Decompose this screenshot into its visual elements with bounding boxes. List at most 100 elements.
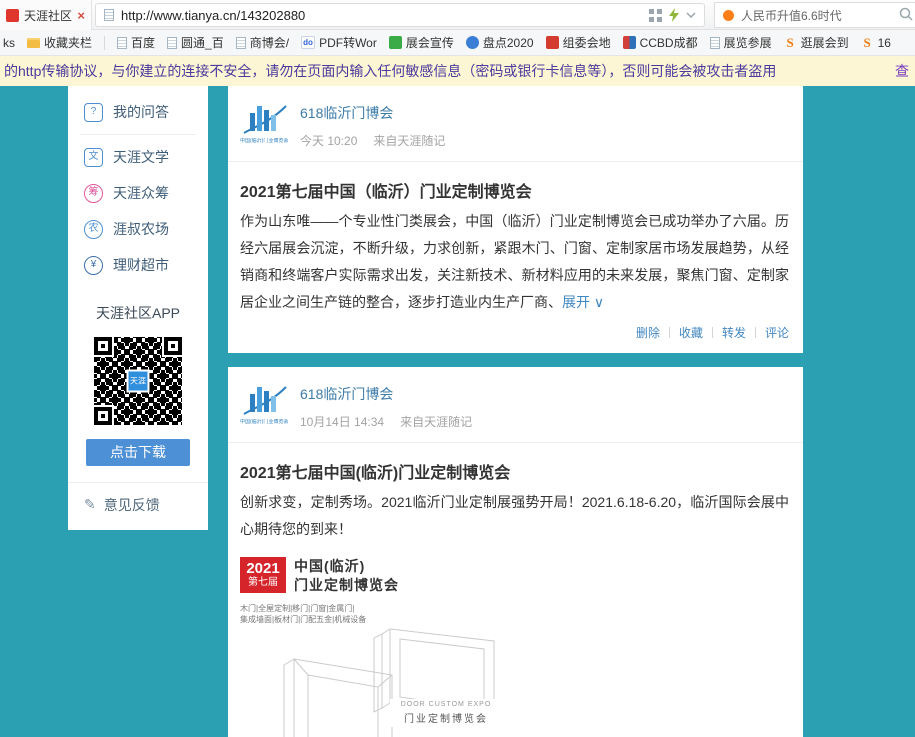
tianya-favicon-icon (6, 9, 19, 22)
sidebar: ? 我的问答 文 天涯文学 筹 天涯众筹 农 涯叔农场 ¥ 理财超市 天涯社区A… (68, 86, 208, 530)
bookmark-item[interactable]: 百度 (117, 34, 155, 51)
post-title: 2021第七届中国（临沂）门业定制博览会 (240, 178, 789, 202)
post-body: 作为山东唯——个专业性门类展会，中国（临沂）门业定制博览会已成功举办了六届。历经… (240, 208, 789, 316)
bookmark-item[interactable]: CCBD成都 (623, 34, 698, 51)
hot-icon (723, 10, 734, 21)
bookmark-item[interactable]: 圆通_百 (167, 34, 224, 51)
poster-footer: DOOR CUSTOM EXPO 门业定制博览会 (390, 699, 502, 727)
comment-link[interactable]: 评论 (765, 326, 789, 340)
do-badge-icon: do (301, 36, 315, 49)
feedback-link[interactable]: ✎ 意见反馈 (68, 482, 208, 526)
farm-icon: 农 (84, 220, 103, 239)
author-link[interactable]: 618临沂门博会 (300, 384, 393, 404)
pencil-icon: ✎ (84, 496, 96, 513)
search-icon[interactable] (899, 7, 913, 24)
bookmark-item[interactable]: 展会宣传 (389, 34, 454, 51)
divider (755, 327, 756, 338)
post-feed: 中国(临沂)门业博览会 618临沂门博会 今天 10:20 来自天涯随记 202… (228, 86, 803, 737)
question-icon: ? (84, 103, 103, 122)
sidebar-item-finance[interactable]: ¥ 理财超市 (68, 247, 208, 283)
bookmarks-bar: ks 收藏夹栏 百度 圆通_百 商博会/ do PDF转Wor 展会宣传 盘点2 (0, 30, 915, 56)
divider (712, 327, 713, 338)
author-link[interactable]: 618临沂门博会 (300, 103, 393, 123)
ccbd-site-icon (623, 36, 636, 49)
sidebar-item-literature[interactable]: 文 天涯文学 (68, 139, 208, 175)
forward-link[interactable]: 转发 (722, 326, 746, 340)
bookmark-item[interactable]: 组委会地 (546, 34, 611, 51)
post-card: 中国(临沂)门业博览会 618临沂门博会 10月14日 14:34 来自天涯随记… (228, 367, 803, 737)
post-source: 来自天涯随记 (400, 413, 472, 430)
red-site-icon (546, 36, 559, 49)
bookmark-item-favorites[interactable]: 收藏夹栏 (27, 34, 92, 51)
warning-action-link[interactable]: 查 (895, 61, 909, 81)
author-block: 618临沂门博会 10月14日 14:34 来自天涯随记 (300, 381, 472, 430)
sidebar-item-farm[interactable]: 农 涯叔农场 (68, 211, 208, 247)
qr-code: 天涯 (94, 337, 182, 425)
expand-chevron-icon: ∨ (594, 294, 604, 310)
avatar-caption: 中国(临沂)门业博览会 (240, 138, 288, 145)
post-actions: 删除 收藏 转发 评论 (228, 324, 803, 341)
post-meta: 10月14日 14:34 来自天涯随记 (300, 413, 472, 430)
qr-marker (164, 337, 182, 355)
bookmark-item[interactable]: 商博会/ (236, 34, 289, 51)
folder-icon (27, 38, 40, 48)
sidebar-item-qa[interactable]: ? 我的问答 (68, 94, 208, 130)
tab-title: 天涯社区 (24, 7, 72, 24)
warning-text: 的http传输协议，与你建立的连接不安全，请勿在页面内输入任何敏感信息（密码或银… (4, 61, 776, 81)
app-title: 天涯社区APP (68, 303, 208, 323)
literature-icon: 文 (84, 148, 103, 167)
finance-icon: ¥ (84, 256, 103, 275)
qr-marker (94, 407, 112, 425)
doc-icon (236, 37, 246, 49)
author-block: 618临沂门博会 今天 10:20 来自天涯随记 (300, 100, 445, 149)
chevron-down-icon[interactable] (686, 12, 696, 18)
bookmark-item[interactable]: S 16 (861, 36, 891, 50)
favorite-link[interactable]: 收藏 (679, 326, 703, 340)
bookmark-item[interactable]: 盘点2020 (466, 34, 534, 51)
bookmark-item[interactable]: S 逛展会到 (784, 34, 849, 51)
sogou-s-icon: S (784, 36, 797, 49)
poster-header: 2021 第七届 中国(临沂) 门业定制博览会 (240, 557, 507, 595)
expand-link[interactable]: 展开 ∨ (562, 294, 604, 310)
blue-site-icon (466, 36, 479, 49)
browser-chrome: 天涯社区 × 人民币升值6.6时代 (0, 0, 915, 30)
delete-link[interactable]: 删除 (636, 326, 660, 340)
bookmark-item[interactable]: do PDF转Wor (301, 34, 377, 51)
post-body: 创新求变，定制秀场。2021临沂门业定制展强势开局！2021.6.18-6.20… (240, 489, 789, 543)
page-content: ? 我的问答 文 天涯文学 筹 天涯众筹 农 涯叔农场 ¥ 理财超市 天涯社区A… (0, 86, 915, 737)
apps-grid-icon[interactable] (649, 9, 662, 22)
qr-marker (94, 337, 112, 355)
avatar-caption: 中国(临沂)门业博览会 (240, 419, 288, 426)
post-time: 10月14日 14:34 (300, 413, 384, 430)
hot-search-text[interactable]: 人民币升值6.6时代 (741, 7, 842, 24)
poster-title: 中国(临沂) 门业定制博览会 (294, 557, 399, 595)
post-time: 今天 10:20 (300, 132, 357, 149)
address-bar[interactable] (95, 3, 705, 27)
bookmark-item[interactable]: 展览参展 (710, 34, 772, 51)
hot-search-box[interactable]: 人民币升值6.6时代 (714, 2, 915, 28)
poster-image[interactable]: 2021 第七届 中国(临沂) 门业定制博览会 木门|全屋定制|移门|门窗|金属… (240, 557, 507, 737)
download-button[interactable]: 点击下载 (86, 439, 190, 466)
sidebar-item-crowdfunding[interactable]: 筹 天涯众筹 (68, 175, 208, 211)
page-icon (104, 9, 114, 21)
crowdfund-icon: 筹 (84, 184, 103, 203)
lightning-icon[interactable] (669, 8, 679, 22)
post-meta: 今天 10:20 来自天涯随记 (300, 132, 445, 149)
doc-icon (710, 37, 720, 49)
doc-icon (167, 37, 177, 49)
post-header: 中国(临沂)门业博览会 618临沂门博会 今天 10:20 来自天涯随记 (228, 92, 803, 162)
author-avatar[interactable]: 中国(临沂)门业博览会 (240, 381, 288, 429)
skyline-logo-icon (240, 381, 288, 419)
author-avatar[interactable]: 中国(临沂)门业博览会 (240, 100, 288, 148)
browser-tab[interactable]: 天涯社区 × (0, 0, 92, 30)
post-title: 2021第七届中国(临沂)门业定制博览会 (240, 459, 789, 483)
divider (80, 134, 196, 135)
browser-window: 天涯社区 × 人民币升值6.6时代 ks (0, 0, 915, 737)
bookmark-partial[interactable]: ks (3, 36, 15, 50)
tab-close-icon[interactable]: × (77, 8, 85, 23)
url-input[interactable] (121, 8, 642, 23)
security-warning-bar: 的http传输协议，与你建立的连接不安全，请勿在页面内输入任何敏感信息（密码或银… (0, 56, 915, 86)
post-source: 来自天涯随记 (373, 132, 445, 149)
doc-icon (117, 37, 127, 49)
post-card: 中国(临沂)门业博览会 618临沂门博会 今天 10:20 来自天涯随记 202… (228, 86, 803, 353)
